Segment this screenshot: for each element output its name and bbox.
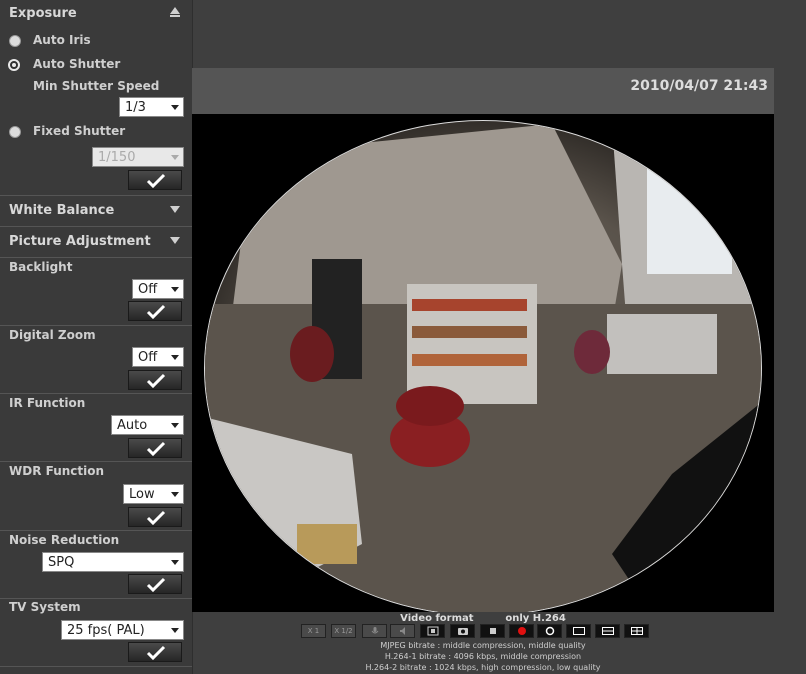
- snapshot-button[interactable]: [450, 624, 475, 638]
- timestamp: 2010/04/07 21:43: [630, 78, 768, 94]
- tv-system-value: 25 fps( PAL): [67, 623, 145, 638]
- dropdown-arrow-icon: [171, 560, 179, 565]
- checkmark-icon: [146, 510, 166, 525]
- tv-system-apply-button[interactable]: [128, 642, 182, 662]
- digital-zoom-value: Off: [138, 350, 158, 365]
- microphone-icon: [371, 627, 378, 634]
- speaker-button[interactable]: [390, 624, 415, 638]
- tv-system-label: TV System: [9, 600, 81, 614]
- exposure-title: Exposure: [9, 6, 77, 21]
- stop-button[interactable]: [480, 624, 505, 638]
- mjpeg-bitrate-info: MJPEG bitrate : middle compression, midd…: [380, 641, 586, 650]
- single-view-button[interactable]: [537, 624, 562, 638]
- microphone-button[interactable]: [362, 624, 387, 638]
- h264-1-bitrate-info: H.264-1 bitrate : 4096 kbps, middle comp…: [384, 652, 582, 661]
- fisheye-camera-image: [204, 120, 762, 612]
- h264-2-bitrate-info: H.264-2 bitrate : 1024 kbps, high compre…: [365, 663, 601, 672]
- wdr-function-select[interactable]: Low: [123, 484, 184, 504]
- stop-icon: [489, 628, 496, 634]
- noise-reduction-label: Noise Reduction: [9, 533, 120, 547]
- fullscreen-button[interactable]: [420, 624, 445, 638]
- backlight-label: Backlight: [9, 260, 73, 274]
- checkmark-icon: [146, 373, 166, 388]
- checkmark-icon: [146, 441, 166, 456]
- video-format-label: Video format: [400, 613, 474, 624]
- video-format-row: Video format only H.264: [192, 613, 774, 624]
- wdr-function-value: Low: [129, 487, 155, 502]
- digital-zoom-select[interactable]: Off: [132, 347, 184, 367]
- auto-shutter-label: Auto Shutter: [33, 57, 121, 71]
- backlight-value: Off: [138, 282, 158, 297]
- auto-shutter-radio[interactable]: [8, 59, 20, 71]
- auto-iris-label: Auto Iris: [33, 33, 91, 47]
- min-shutter-value: 1/3: [125, 100, 146, 115]
- quad-view-icon: [630, 627, 643, 635]
- checkmark-icon: [146, 645, 166, 660]
- checkmark-icon: [146, 577, 166, 592]
- ir-function-select[interactable]: Auto: [111, 415, 184, 435]
- settings-sidebar: Exposure Auto Iris Auto Shutter Min Shut…: [0, 0, 193, 674]
- dropdown-arrow-icon: [171, 355, 179, 360]
- white-balance-header[interactable]: White Balance: [0, 197, 192, 225]
- picture-adjustment-header[interactable]: Picture Adjustment: [0, 228, 192, 256]
- ir-function-value: Auto: [117, 418, 148, 433]
- fullscreen-icon: [427, 626, 438, 636]
- video-header-bar: 2010/04/07 21:43: [192, 68, 774, 114]
- wdr-function-apply-button[interactable]: [128, 507, 182, 527]
- split-horizontal-icon: [601, 627, 614, 635]
- noise-reduction-value: SPQ: [48, 555, 75, 570]
- exposure-header[interactable]: Exposure: [0, 0, 192, 28]
- zoom-x1-button[interactable]: X 1: [301, 624, 326, 638]
- white-balance-title: White Balance: [9, 203, 115, 218]
- zoom-half-button[interactable]: X 1/2: [331, 624, 356, 638]
- checkmark-icon: [146, 304, 166, 319]
- ir-function-apply-button[interactable]: [128, 438, 182, 458]
- fixed-shutter-select[interactable]: 1/150: [92, 147, 184, 167]
- ir-function-label: IR Function: [9, 396, 86, 410]
- backlight-apply-button[interactable]: [128, 301, 182, 321]
- record-button[interactable]: [509, 624, 534, 638]
- dropdown-arrow-icon: [171, 492, 179, 497]
- tv-system-select[interactable]: 25 fps( PAL): [61, 620, 184, 640]
- backlight-select[interactable]: Off: [132, 279, 184, 299]
- digital-zoom-apply-button[interactable]: [128, 370, 182, 390]
- camera-icon: [457, 628, 468, 635]
- expand-icon[interactable]: [170, 206, 180, 213]
- video-format-value: only H.264: [505, 613, 566, 624]
- noise-reduction-apply-button[interactable]: [128, 574, 182, 594]
- speaker-icon: [399, 627, 405, 635]
- record-icon: [517, 627, 526, 635]
- dropdown-arrow-icon: [171, 155, 179, 160]
- noise-reduction-select[interactable]: SPQ: [42, 552, 184, 572]
- expand-icon[interactable]: [170, 237, 180, 244]
- quad-view-button[interactable]: [624, 624, 649, 638]
- fixed-shutter-radio[interactable]: [9, 126, 21, 138]
- dropdown-arrow-icon: [171, 628, 179, 633]
- panorama-view-button[interactable]: [566, 624, 591, 638]
- exposure-apply-button[interactable]: [128, 170, 182, 190]
- min-shutter-label: Min Shutter Speed: [33, 79, 160, 93]
- double-panorama-button[interactable]: [595, 624, 620, 638]
- fixed-shutter-value: 1/150: [98, 150, 136, 165]
- fixed-shutter-label: Fixed Shutter: [33, 124, 126, 138]
- collapse-icon[interactable]: [170, 7, 180, 17]
- rectangle-view-icon: [572, 627, 585, 635]
- dropdown-arrow-icon: [171, 423, 179, 428]
- wdr-function-label: WDR Function: [9, 464, 105, 478]
- digital-zoom-label: Digital Zoom: [9, 328, 96, 342]
- picture-adjustment-title: Picture Adjustment: [9, 234, 151, 249]
- auto-iris-radio[interactable]: [9, 35, 21, 47]
- min-shutter-select[interactable]: 1/3: [119, 97, 184, 117]
- checkmark-icon: [146, 173, 166, 188]
- dropdown-arrow-icon: [171, 105, 179, 110]
- dropdown-arrow-icon: [171, 287, 179, 292]
- circle-view-icon: [545, 626, 554, 636]
- fisheye-video-view[interactable]: [192, 114, 774, 612]
